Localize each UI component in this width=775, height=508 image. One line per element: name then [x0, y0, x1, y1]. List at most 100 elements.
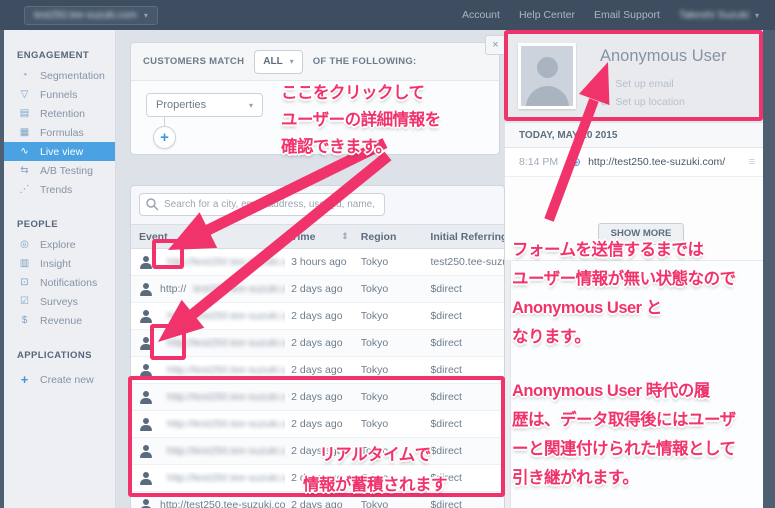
- domain-cell: $direct: [424, 472, 504, 484]
- event-url-blurred: http://test250.tee-suzuki.com/...: [167, 391, 285, 403]
- sidebar-item-formulas[interactable]: ▦ Formulas: [4, 123, 115, 142]
- properties-list-icon[interactable]: ≡: [749, 156, 755, 168]
- time-cell: 2 days ago: [285, 337, 355, 349]
- sort-icon[interactable]: ⇕: [341, 231, 349, 242]
- sidebar-item-retention[interactable]: ▤ Retention: [4, 104, 115, 123]
- sidebar-item-segmentation[interactable]: ◔ Segmentation: [4, 66, 115, 85]
- setup-location[interactable]: ⊙ Set up location: [600, 96, 685, 108]
- live-feed-panel: Event Time ⇕ Region Initial Referring Do…: [130, 185, 505, 508]
- sidebar-item-label: Revenue: [40, 315, 82, 327]
- match-mode-select[interactable]: ALL ▾: [254, 50, 302, 74]
- icon-explore: ◎: [17, 239, 32, 250]
- icon-ab-testing: ⇆: [17, 165, 32, 176]
- icon-revenue: $: [17, 315, 32, 326]
- sidebar-item-funnels[interactable]: ▽ Funnels: [4, 85, 115, 104]
- sidebar-item-ab-testing[interactable]: ⇆ A/B Testing: [4, 161, 115, 180]
- time-cell: 2 days ago: [285, 310, 355, 322]
- link-email-support[interactable]: Email Support: [594, 9, 660, 21]
- activity-time: 8:14 PM: [519, 156, 571, 168]
- column-header-region[interactable]: Region: [355, 231, 425, 243]
- time-cell: 2 days ago: [285, 472, 355, 484]
- table-row[interactable]: http://test250.tee-suzuki.com/... 2 days…: [131, 438, 504, 465]
- sidebar-gap: [4, 389, 115, 403]
- setup-email[interactable]: ✉ Set up email: [600, 78, 674, 90]
- table-row[interactable]: http://test250.tee-suzuki.com/ 2 days ag…: [131, 492, 504, 508]
- time-cell: 2 days ago: [285, 364, 355, 376]
- avatar: [518, 43, 576, 109]
- column-header-initial-referring-domain[interactable]: Initial Referring Domain: [424, 231, 504, 243]
- table-row[interactable]: http:// test250.tee-suzuki.com/... 2 day…: [131, 276, 504, 303]
- sidebar-item-notifications[interactable]: ⊡ Notifications: [4, 273, 115, 292]
- event-url-blurred: http://test250.tee-suzuki.com/: [167, 256, 285, 268]
- profile-card: Anonymous User ✉ Set up email ⊙ Set up l…: [505, 30, 763, 122]
- table-row[interactable]: http://test250.tee-suzuki.com/... 2 days…: [131, 330, 504, 357]
- user-menu[interactable]: Takeshi Suzuki ▾: [679, 9, 759, 21]
- person-icon[interactable]: [139, 472, 153, 485]
- icon-notifications: ⊡: [17, 277, 32, 288]
- panel-close-button[interactable]: ×: [485, 35, 506, 55]
- table-row[interactable]: http://test250.tee-suzuki.com/... 2 days…: [131, 411, 504, 438]
- event-url-blurred: http://test250.tee-suzuki.com/...: [167, 418, 285, 430]
- person-icon[interactable]: [139, 256, 153, 269]
- app-window: test250.tee-suzuki.com ▾ Account Help Ce…: [0, 0, 775, 508]
- event-cell: http://test250.tee-suzuki.com/...: [131, 445, 285, 458]
- column-header-event[interactable]: Event: [131, 231, 285, 243]
- activity-row[interactable]: 8:14 PM ⊕ http://test250.tee-suzuki.com/…: [505, 148, 763, 177]
- person-icon[interactable]: [139, 445, 153, 458]
- sidebar-section: PEOPLE: [4, 213, 115, 235]
- table-header: Event Time ⇕ Region Initial Referring Do…: [131, 224, 504, 249]
- person-icon[interactable]: [139, 391, 153, 404]
- person-icon[interactable]: [139, 499, 153, 508]
- properties-label: Properties: [156, 99, 206, 111]
- chevron-down-icon: ▾: [755, 11, 759, 20]
- region-cell: Tokyo: [355, 310, 425, 322]
- column-header-time[interactable]: Time ⇕: [285, 231, 355, 243]
- event-url-blurred: http://test250.tee-suzuki.com/...: [167, 472, 285, 484]
- icon-formulas: ▦: [17, 127, 32, 138]
- table-row[interactable]: http://test250.tee-suzuki.com/... 2 days…: [131, 384, 504, 411]
- envelope-icon: ✉: [600, 79, 608, 90]
- filter-connector-line: [164, 117, 165, 126]
- icon-live-view: ∿: [17, 146, 32, 157]
- sidebar-item-explore[interactable]: ◎ Explore: [4, 235, 115, 254]
- add-filter-button[interactable]: +: [153, 126, 176, 149]
- event-url: http://test250.tee-suzuki.com/: [160, 499, 285, 508]
- person-icon[interactable]: [139, 418, 153, 431]
- link-help-center[interactable]: Help Center: [519, 9, 575, 21]
- sidebar-item-insight[interactable]: ▥ Insight: [4, 254, 115, 273]
- person-icon[interactable]: [139, 283, 153, 296]
- person-icon[interactable]: [139, 364, 153, 377]
- sidebar-item-trends[interactable]: ⋰ Trends: [4, 180, 115, 199]
- sidebar-item-label: Insight: [40, 258, 71, 270]
- table-row[interactable]: http://test250.tee-suzuki.com/ 3 hours a…: [131, 249, 504, 276]
- sidebar-item-live-view[interactable]: ∿ Live view: [4, 142, 115, 161]
- icon-funnels: ▽: [17, 89, 32, 100]
- project-selector[interactable]: test250.tee-suzuki.com ▾: [24, 6, 158, 25]
- time-cell: 2 days ago: [285, 391, 355, 403]
- search-input[interactable]: [139, 193, 385, 216]
- sidebar-item-create-new[interactable]: + Create new: [4, 370, 115, 389]
- table-row[interactable]: http://test250.tee-suzuki.com/... 2 days…: [131, 465, 504, 492]
- table-row[interactable]: http://test250.tee-suzuki.com/... 2 days…: [131, 303, 504, 330]
- table-row[interactable]: http://test250.tee-suzuki.com/... 2 days…: [131, 357, 504, 384]
- sidebar-item-label: Retention: [40, 108, 85, 120]
- sidebar-item-revenue[interactable]: $ Revenue: [4, 311, 115, 330]
- domain-cell: $direct: [424, 310, 504, 322]
- person-icon[interactable]: [139, 337, 153, 350]
- person-icon[interactable]: [139, 310, 153, 323]
- event-cell: http://test250.tee-suzuki.com/...: [131, 310, 285, 323]
- show-more-button[interactable]: SHOW MORE: [598, 223, 684, 245]
- icon-insight: ▥: [17, 258, 32, 269]
- filter-header: CUSTOMERS MATCH ALL ▾ OF THE FOLLOWING:: [131, 43, 499, 81]
- sidebar-gap: [4, 199, 115, 213]
- activity-url: http://test250.tee-suzuki.com/: [588, 156, 725, 168]
- properties-dropdown[interactable]: Properties ▾: [146, 93, 263, 117]
- event-url-blurred: http://test250.tee-suzuki.com/...: [167, 364, 285, 376]
- event-url-blurred: http://test250.tee-suzuki.com/...: [167, 337, 285, 349]
- sidebar-item-surveys[interactable]: ☑ Surveys: [4, 292, 115, 311]
- link-account[interactable]: Account: [462, 9, 500, 21]
- region-cell: Tokyo: [355, 283, 425, 295]
- sidebar-item-label: Trends: [40, 184, 72, 196]
- top-bar: test250.tee-suzuki.com ▾ Account Help Ce…: [0, 0, 775, 30]
- event-url-blurred: http://test250.tee-suzuki.com/...: [167, 445, 285, 457]
